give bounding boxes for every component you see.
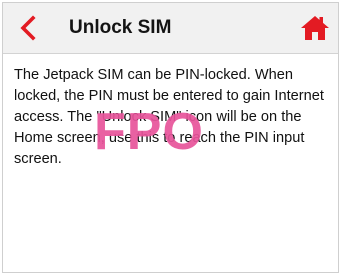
chevron-left-icon: [20, 15, 36, 41]
page-title: Unlock SIM: [69, 17, 172, 38]
info-paragraph: The Jetpack SIM can be PIN-locked. When …: [14, 67, 324, 167]
screen: Unlock SIM The Jetpack SIM can be PIN-lo…: [2, 2, 339, 273]
header-bar: Unlock SIM: [3, 3, 338, 54]
home-icon: [301, 16, 329, 40]
home-button[interactable]: [300, 15, 330, 41]
back-button[interactable]: [17, 15, 41, 41]
info-text-area: The Jetpack SIM can be PIN-locked. When …: [14, 65, 330, 170]
